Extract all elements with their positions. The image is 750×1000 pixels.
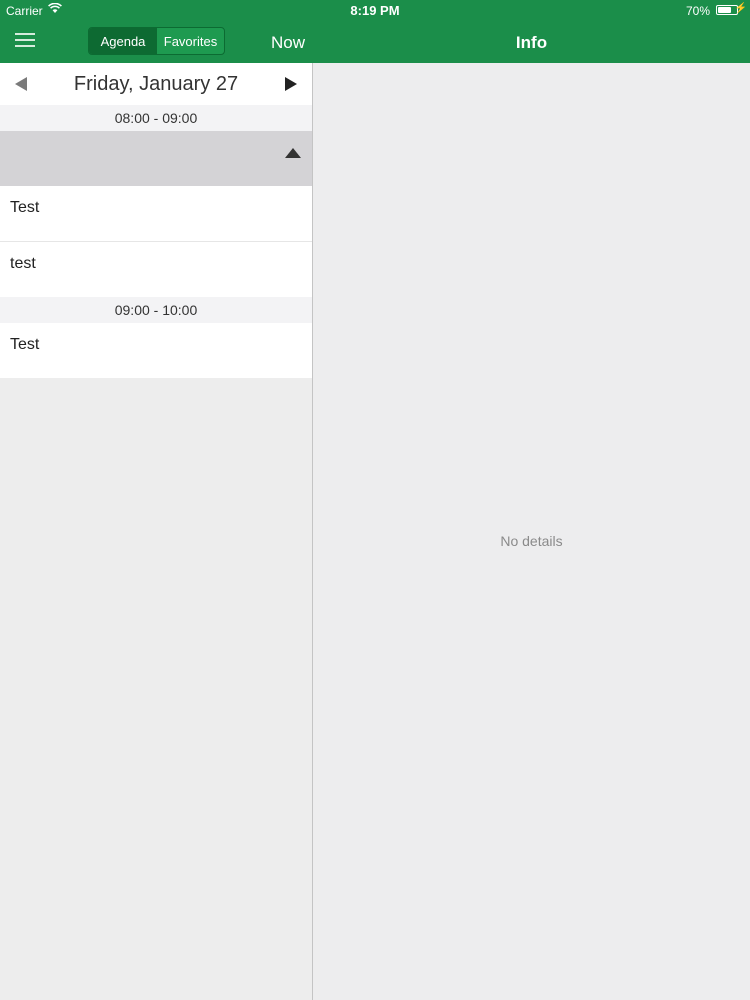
navigation-bar: Agenda Favorites Now Info (0, 20, 750, 63)
event-row[interactable]: Test (0, 186, 312, 242)
info-title: Info (515, 33, 548, 52)
event-title: Test (10, 199, 40, 216)
battery-percent: 70% (685, 4, 710, 18)
collapse-section-row[interactable] (0, 131, 312, 186)
event-title: test (10, 255, 36, 272)
charging-icon: ⚡ (734, 3, 747, 14)
details-pane: No details (313, 63, 750, 1000)
now-button[interactable]: Now (271, 33, 305, 53)
clock-label: 8:19 PM (350, 3, 400, 18)
empty-state-text: No details (500, 533, 563, 549)
event-title: Test (10, 336, 40, 353)
agenda-pane: Friday, January 27 08:00 - 09:00 Test te… (0, 63, 312, 1000)
tab-agenda[interactable]: Agenda (89, 28, 157, 54)
collapse-arrow-icon (285, 148, 301, 158)
current-date: Friday, January 27 (73, 73, 239, 95)
date-navigator: Friday, January 27 (0, 63, 312, 105)
status-bar: Carrier 8:19 PM 70% ⚡ (0, 0, 750, 20)
time-slot-header: 08:00 - 09:00 (0, 105, 312, 131)
event-row[interactable]: Test (0, 323, 312, 378)
view-segmented-control: Agenda Favorites (88, 27, 225, 55)
previous-day-icon[interactable] (15, 77, 27, 91)
next-day-icon[interactable] (285, 77, 297, 91)
tab-favorites[interactable]: Favorites (157, 28, 224, 54)
time-slot-header: 09:00 - 10:00 (0, 297, 312, 323)
menu-icon[interactable] (15, 31, 35, 49)
event-row[interactable]: test (0, 242, 312, 298)
